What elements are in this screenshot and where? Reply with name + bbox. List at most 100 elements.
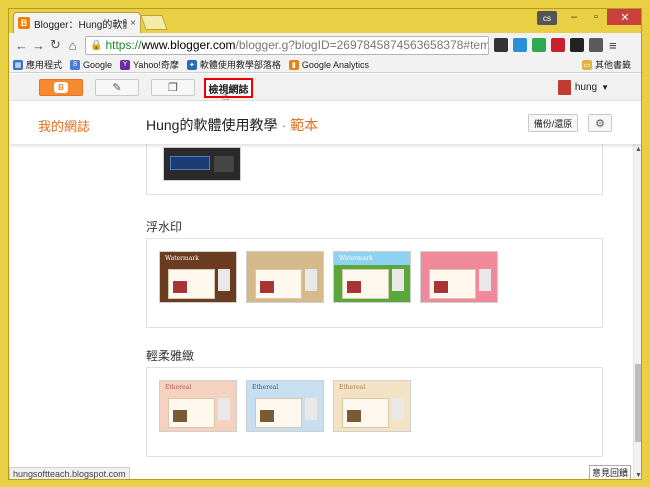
template-thumbnail[interactable]: Watermark bbox=[333, 251, 411, 303]
bookmark-yahoo[interactable]: Y Yahoo!奇摩 bbox=[120, 58, 179, 71]
thumbnail-image bbox=[259, 409, 275, 423]
feedback-button[interactable]: 意見回饋 bbox=[589, 465, 631, 479]
template-panel-watermark: Watermark Watermark bbox=[146, 238, 603, 328]
extension-icon[interactable] bbox=[551, 38, 565, 52]
pages-icon: ❐ bbox=[168, 82, 178, 94]
template-gallery: 浮水印 Watermark Watermark 輕柔雅緻 Ethereal Et… bbox=[9, 144, 633, 479]
posts-list-button[interactable]: ❐ bbox=[151, 79, 195, 96]
thumbnail-image bbox=[346, 280, 362, 294]
window-controls: cs – ▫ ✕ bbox=[537, 9, 641, 25]
back-arrow-icon[interactable]: ← bbox=[13, 37, 30, 54]
home-icon[interactable]: ⌂ bbox=[64, 37, 81, 54]
browser-tab[interactable]: B Blogger：Hung的軟體使 × bbox=[13, 12, 141, 33]
thumbnail-body bbox=[342, 269, 389, 299]
backup-restore-button[interactable]: 備份/還原 bbox=[528, 114, 578, 132]
extension-icon[interactable] bbox=[494, 38, 508, 52]
thumbnail-sidebar bbox=[392, 269, 404, 291]
template-thumbnail[interactable] bbox=[163, 147, 241, 181]
new-post-button[interactable]: ✎ bbox=[95, 79, 139, 96]
template-thumbnail[interactable]: Ethereal bbox=[246, 380, 324, 432]
section-name: 範本 bbox=[290, 117, 319, 133]
thumbnail-header: Ethereal bbox=[339, 384, 366, 391]
address-bar[interactable]: 🔒 https:// www.blogger.com /blogger.g?bl… bbox=[85, 35, 489, 55]
url-scheme: https:// bbox=[105, 38, 142, 52]
bookmark-google[interactable]: 8 Google bbox=[70, 59, 113, 70]
scrollbar-thumb[interactable] bbox=[635, 364, 641, 442]
thumbnail-header: Watermark bbox=[165, 255, 199, 262]
tab-title: Blogger：Hung的軟體使 bbox=[34, 19, 127, 31]
extension-icon[interactable] bbox=[532, 38, 546, 52]
pencil-icon: ✎ bbox=[112, 82, 122, 94]
gear-icon[interactable]: ⚙ bbox=[588, 114, 612, 132]
blog-icon: ✦ bbox=[186, 59, 197, 70]
bookmark-google-analytics[interactable]: ▮ Google Analytics bbox=[288, 59, 369, 70]
new-tab-button[interactable] bbox=[140, 15, 168, 30]
profile-badge[interactable]: cs bbox=[537, 11, 557, 25]
template-thumbnail[interactable]: Ethereal bbox=[333, 380, 411, 432]
google-icon: 8 bbox=[70, 59, 81, 70]
thumbnail-image bbox=[433, 280, 449, 294]
bookmark-label: 應用程式 bbox=[26, 60, 63, 70]
bookmark-apps[interactable]: ▦ 應用程式 bbox=[13, 58, 62, 71]
thumbnail-sidebar bbox=[392, 398, 404, 420]
thumbnail-body bbox=[255, 398, 302, 428]
browser-window-frame: B Blogger：Hung的軟體使 × cs – ▫ ✕ ← → ↻ ⌂ 🔒 … bbox=[0, 0, 650, 487]
extension-icon[interactable] bbox=[570, 38, 584, 52]
bookmark-label: 其他書籤 bbox=[594, 60, 631, 70]
bookmark-label: 軟體使用教學部落格 bbox=[199, 60, 281, 70]
tab-strip: B Blogger：Hung的軟體使 × cs – ▫ ✕ bbox=[9, 9, 641, 33]
template-thumbnail[interactable]: Watermark bbox=[159, 251, 237, 303]
thumbnail-sidebar bbox=[479, 269, 491, 291]
hand-cursor-icon: ☝ bbox=[222, 89, 230, 103]
blogger-toolbar: B ✎ ❐ 檢視網誌 ☝ hung ▼ bbox=[9, 74, 641, 103]
menu-icon[interactable]: ≡ bbox=[609, 38, 617, 53]
thumbnail-sidebar bbox=[305, 269, 317, 291]
forward-arrow-icon[interactable]: → bbox=[30, 37, 47, 54]
avatar bbox=[557, 80, 571, 95]
template-thumbnail[interactable]: Ethereal bbox=[159, 380, 237, 432]
bookmark-label: Google bbox=[83, 59, 113, 70]
template-thumbnail[interactable] bbox=[420, 251, 498, 303]
apps-grid-icon: ▦ bbox=[13, 59, 23, 70]
thumbnail-header bbox=[247, 252, 323, 265]
user-menu[interactable]: hung ▼ bbox=[557, 80, 609, 95]
bookmark-other[interactable]: ▭ 其他書籤 bbox=[581, 58, 631, 71]
tab-close-icon[interactable]: × bbox=[130, 18, 136, 29]
extension-icon[interactable] bbox=[513, 38, 527, 52]
page-title: Hung的軟體使用教學 · 範本 bbox=[146, 115, 318, 135]
maximize-icon[interactable]: ▫ bbox=[585, 9, 607, 25]
thumbnail-body bbox=[255, 269, 302, 299]
browser-toolbar: ← → ↻ ⌂ 🔒 https:// www.blogger.com /blog… bbox=[9, 33, 641, 57]
blogger-favicon-icon: B bbox=[18, 17, 30, 29]
blog-name: Hung的軟體使用教學 bbox=[146, 117, 278, 133]
thumbnail-image bbox=[172, 409, 188, 423]
thumbnail-sidebar bbox=[218, 398, 230, 420]
url-host: www.blogger.com bbox=[141, 38, 236, 52]
thumbnail-body bbox=[429, 269, 476, 299]
close-window-icon[interactable]: ✕ bbox=[607, 9, 641, 25]
extension-icon[interactable] bbox=[589, 38, 603, 52]
thumbnail-sidebar bbox=[218, 269, 230, 291]
template-thumbnail[interactable] bbox=[246, 251, 324, 303]
thumbnail-image bbox=[346, 409, 362, 423]
my-blogs-link[interactable]: 我的網誌 bbox=[38, 116, 90, 135]
bookmark-software-blog[interactable]: ✦ 軟體使用教學部落格 bbox=[186, 58, 281, 71]
user-name: hung bbox=[574, 82, 598, 93]
section-title-watermark: 浮水印 bbox=[146, 220, 183, 234]
thumbnail-header bbox=[421, 252, 497, 265]
minimize-icon[interactable]: – bbox=[563, 9, 585, 25]
blogger-home-button[interactable]: B bbox=[39, 79, 83, 96]
template-panel-previous bbox=[146, 144, 603, 195]
section-title-ethereal: 輕柔雅緻 bbox=[146, 349, 195, 363]
folder-icon: ▭ bbox=[581, 59, 592, 70]
vertical-scrollbar[interactable]: ▲ ▼ bbox=[633, 144, 641, 479]
reload-icon[interactable]: ↻ bbox=[47, 37, 64, 54]
thumbnail-header: Ethereal bbox=[165, 384, 192, 391]
scroll-down-icon[interactable]: ▼ bbox=[635, 472, 641, 479]
yahoo-icon: Y bbox=[120, 59, 131, 70]
status-bar-url: hungsoftteach.blogspot.com bbox=[9, 467, 130, 479]
template-panel-ethereal: Ethereal Ethereal Ethereal bbox=[146, 367, 603, 457]
scroll-up-icon[interactable]: ▲ bbox=[635, 146, 641, 153]
browser-window: B Blogger：Hung的軟體使 × cs – ▫ ✕ ← → ↻ ⌂ 🔒 … bbox=[8, 8, 642, 480]
analytics-icon: ▮ bbox=[288, 59, 299, 70]
